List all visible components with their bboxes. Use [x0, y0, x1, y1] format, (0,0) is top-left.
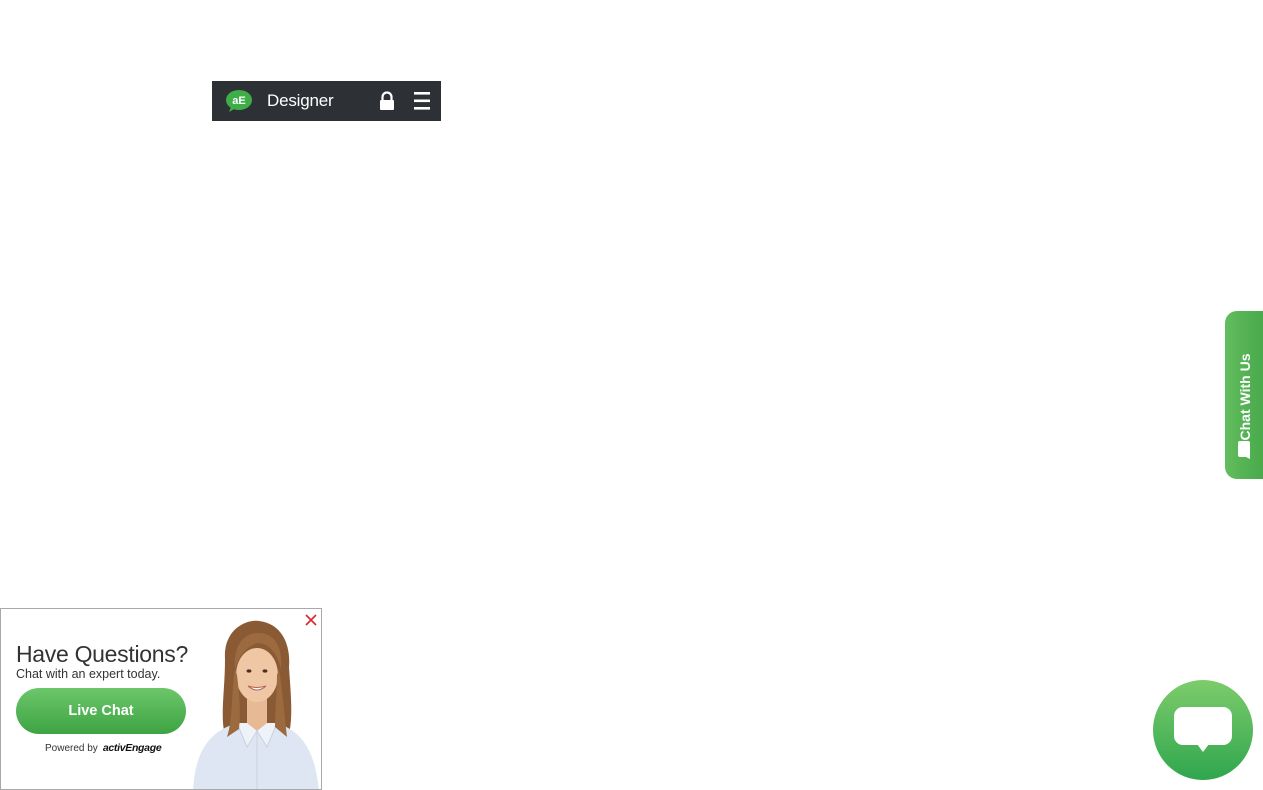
live-chat-button[interactable]: Live Chat: [16, 688, 186, 734]
chat-launcher-button[interactable]: [1153, 680, 1253, 780]
powered-by: Powered by activEngage: [45, 742, 162, 754]
designer-toolbar: aE Designer: [212, 81, 441, 121]
chat-with-us-label: Chat With Us: [1237, 353, 1253, 441]
activengage-logo-icon: aE: [226, 90, 252, 112]
hamburger-menu-icon: [414, 92, 430, 110]
chat-bubble-icon: [1174, 707, 1232, 752]
agent-photo: [193, 620, 319, 789]
logo-text: aE: [232, 95, 245, 107]
brand-name[interactable]: activEngage: [103, 742, 162, 754]
lock-icon: [380, 91, 394, 110]
toolbar-title: Designer: [267, 91, 334, 110]
menu-button[interactable]: [413, 90, 431, 112]
lock-button[interactable]: [378, 91, 396, 111]
chat-with-us-tab[interactable]: Chat With Us: [1225, 311, 1263, 479]
powered-by-label: Powered by: [45, 743, 98, 754]
chat-invite-panel: Have Questions? Chat with an expert toda…: [0, 608, 322, 790]
invite-heading: Have Questions?: [16, 641, 188, 667]
chat-bubble-icon: [1238, 441, 1250, 459]
invite-subheading: Chat with an expert today.: [16, 667, 161, 681]
